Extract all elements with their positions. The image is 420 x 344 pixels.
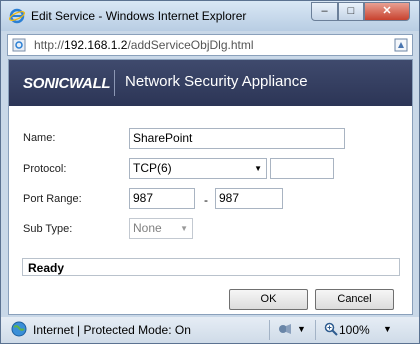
url-scheme: http:// [34, 38, 65, 52]
protocol-number-input[interactable] [270, 158, 334, 179]
protected-mode-icon[interactable] [277, 321, 293, 337]
product-name: Network Security Appliance [125, 73, 308, 90]
name-label: Name: [23, 132, 56, 144]
maximize-button[interactable]: □ [338, 2, 364, 21]
protocol-label: Protocol: [23, 163, 67, 175]
port-range-label: Port Range: [23, 193, 82, 205]
window-title: Edit Service - Windows Internet Explorer [31, 9, 247, 23]
name-input[interactable]: SharePoint [129, 128, 345, 149]
ok-button[interactable]: OK [229, 289, 308, 310]
minimize-button[interactable]: – [311, 2, 338, 21]
dialog-content: SONICWALL Network Security Appliance Nam… [8, 59, 413, 315]
close-button[interactable]: ✕ [364, 2, 410, 21]
cancel-button[interactable]: Cancel [315, 289, 394, 310]
status-message: Ready [22, 258, 400, 276]
globe-icon [11, 321, 27, 337]
zoom-icon[interactable] [324, 322, 338, 336]
subtype-label: Sub Type: [23, 223, 73, 235]
protocol-select[interactable]: TCP(6) ▼ [129, 158, 267, 179]
internet-explorer-icon [9, 8, 25, 24]
status-divider [269, 320, 270, 340]
edit-service-window: Edit Service - Windows Internet Explorer… [0, 0, 420, 344]
sonicwall-logo: SONICWALL [23, 75, 111, 92]
zoom-level[interactable]: 100% [339, 323, 370, 337]
port-range-separator: - [204, 193, 208, 207]
title-bar: Edit Service - Windows Internet Explorer… [1, 1, 419, 31]
protocol-selected-value: TCP(6) [133, 161, 172, 175]
security-zone-text[interactable]: Internet | Protected Mode: On [33, 323, 191, 337]
subtype-selected-value: None [133, 221, 162, 235]
chevron-down-icon: ▼ [254, 164, 262, 173]
port-start-input[interactable]: 987 [129, 188, 195, 209]
url-path: /addServiceObjDlg.html [127, 38, 254, 52]
sonicwall-banner: SONICWALL Network Security Appliance [9, 60, 412, 106]
status-divider [315, 320, 316, 340]
port-end-input[interactable]: 987 [215, 188, 283, 209]
page-icon [12, 38, 26, 52]
banner-divider [114, 70, 115, 96]
url-host: 192.168.1.2 [64, 38, 128, 52]
chevron-down-icon[interactable]: ▼ [297, 324, 306, 334]
compatibility-view-icon[interactable] [393, 37, 409, 53]
chevron-down-icon: ▼ [180, 224, 188, 233]
subtype-select: None ▼ [129, 218, 193, 239]
address-bar[interactable]: http://192.168.1.2/addServiceObjDlg.html [7, 34, 413, 56]
chevron-down-icon[interactable]: ▼ [383, 324, 392, 334]
ie-status-bar: Internet | Protected Mode: On ▼ 100% ▼ [1, 317, 419, 343]
address-url[interactable]: http://192.168.1.2/addServiceObjDlg.html [34, 38, 254, 52]
